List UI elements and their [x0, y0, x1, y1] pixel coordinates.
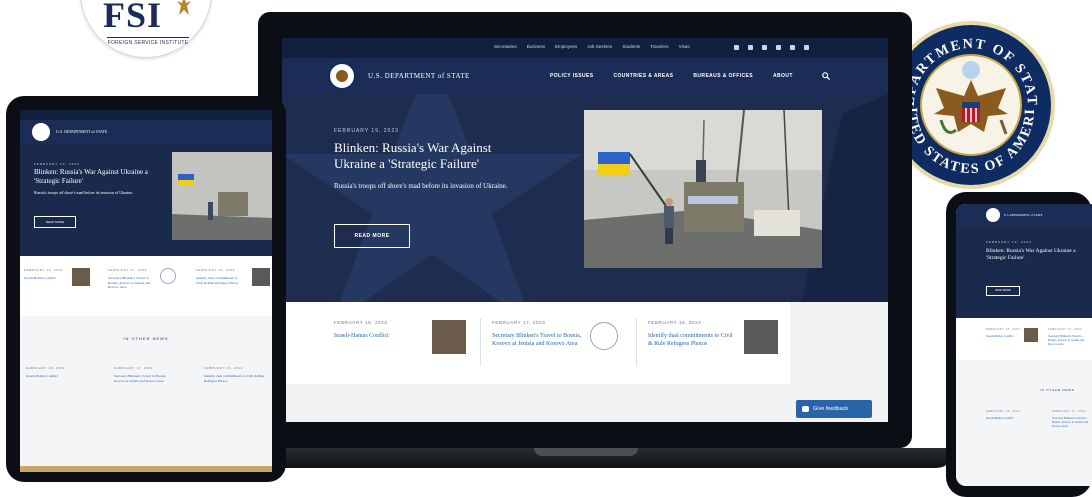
news-title[interactable]: Secretary Blinken's Travel to Bosnia, Ko… [114, 374, 176, 383]
site-seal-icon[interactable] [328, 62, 356, 90]
news-area: FEBRUARY 18, 2023 Israeli-Hamas Conflict… [282, 302, 888, 422]
read-more-button[interactable]: READ MORE [34, 216, 76, 228]
news-date: FEBRUARY 16, 2023 [196, 268, 235, 272]
phone-hero: FEBRUARY 19, 2023 Blinken: Russia's War … [956, 226, 1092, 318]
news-thumbnail[interactable] [1024, 328, 1038, 342]
news-thumbnail[interactable] [744, 320, 778, 354]
read-more-button[interactable]: READ MORE [334, 224, 410, 248]
hero-photo[interactable] [172, 152, 272, 240]
laptop-screen: Secretaries Business Employees Job Seeke… [282, 38, 888, 422]
news-title[interactable]: Israeli-Hamas Conflict [986, 416, 1034, 420]
chat-icon [802, 406, 809, 412]
utility-link[interactable]: Travelers [650, 44, 669, 49]
news-date: FEBRUARY 17, 2023 [1052, 410, 1087, 413]
news-title[interactable]: Secretary Blinken's Travel to Bosnia, Ko… [1048, 334, 1088, 346]
hero-headline[interactable]: Blinken: Russia's War Against Ukraine a … [34, 168, 152, 186]
utility-link[interactable]: Business [527, 44, 545, 49]
nav-policy-issues[interactable]: POLICY ISSUES [550, 73, 593, 79]
news-title[interactable]: Secretary Blinken's Travel to Bosnia, Ko… [492, 332, 586, 348]
news-title[interactable]: Identify dual commitments to Civil & Rul… [204, 374, 266, 383]
site-brand[interactable]: U.S. DEPARTMENT of STATE [1004, 213, 1043, 217]
news-date: FEBRUARY 18, 2023 [26, 366, 65, 370]
utility-link[interactable]: Employees [555, 44, 577, 49]
hero-photo[interactable] [584, 110, 822, 268]
news-date: FEBRUARY 17, 2023 [108, 268, 147, 272]
email-icon[interactable] [804, 45, 809, 50]
tablet-screen: U.S. DEPARTMENT of STATE FEBRUARY 19, 20… [20, 110, 272, 472]
in-other-news-heading: IN OTHER NEWS [1040, 388, 1075, 392]
site-brand[interactable]: U.S. DEPARTMENT of STATE [56, 129, 107, 134]
give-feedback-button[interactable]: Give feedback [796, 400, 872, 418]
hero-section: FEBRUARY 19, 2023 Blinken: Russia's War … [282, 94, 888, 302]
news-thumbnail[interactable] [432, 320, 466, 354]
utility-bar: Secretaries Business Employees Job Seeke… [282, 38, 888, 58]
news-title[interactable]: Secretary Blinken's Travel to Bosnia, Ko… [108, 276, 152, 290]
fsi-logo: FSI FOREIGN SERVICE INSTITUTE [80, 0, 212, 58]
news-date: FEBRUARY 16, 2023 [648, 320, 702, 325]
fsi-logo-subtitle: FOREIGN SERVICE INSTITUTE [107, 37, 189, 46]
utility-link[interactable]: Visas [679, 44, 690, 49]
youtube-icon[interactable] [776, 45, 781, 50]
news-date: FEBRUARY 17, 2023 [492, 320, 546, 325]
news-title[interactable]: Identify dual commitments to Civil & Rul… [648, 332, 738, 348]
tablet-navbar: U.S. DEPARTMENT of STATE [20, 120, 272, 144]
news-date: FEBRUARY 18, 2023 [986, 328, 1021, 331]
tablet-hero: FEBRUARY 19, 2023 Blinken: Russia's War … [20, 144, 272, 256]
hero-headline[interactable]: Blinken: Russia's War Against Ukraine a … [334, 140, 534, 172]
utility-link[interactable]: Students [622, 44, 640, 49]
news-date: FEBRUARY 18, 2023 [24, 268, 63, 272]
hero-summary: Russia's troops off shore's mad before i… [34, 190, 134, 195]
news-title[interactable]: Secretary Blinken's Travel to Bosnia, Ko… [1052, 416, 1090, 428]
phone-navbar: U.S. DEPARTMENT of STATE [956, 204, 1092, 226]
site-seal-icon[interactable] [986, 208, 1000, 222]
news-thumbnail[interactable] [72, 268, 90, 286]
main-navbar: U.S. DEPARTMENT of STATE POLICY ISSUES C… [282, 58, 888, 94]
hero-summary: Russia's troops off shore's mad before i… [334, 182, 508, 190]
news-date: FEBRUARY 17, 2023 [1048, 328, 1083, 331]
hero-headline[interactable]: Blinken: Russia's War Against Ukraine a … [986, 248, 1086, 262]
nav-about[interactable]: ABOUT [773, 73, 793, 79]
site-seal-icon[interactable] [32, 123, 50, 141]
news-title[interactable]: Israeli-Hamas Conflict [24, 276, 64, 281]
news-title[interactable]: Israeli-Hamas Conflict [334, 332, 420, 340]
news-card-row: FEBRUARY 18, 2023 Israeli-Hamas Conflict… [286, 302, 790, 384]
eagle-icon [177, 0, 191, 15]
hero-date: FEBRUARY 19, 2023 [986, 240, 1032, 244]
facebook-icon[interactable] [734, 45, 739, 50]
instagram-icon[interactable] [762, 45, 767, 50]
utility-link[interactable]: Secretaries [494, 44, 517, 49]
news-thumbnail[interactable] [252, 268, 270, 286]
phone-content: FEBRUARY 18, 2023 Israeli-Hamas Conflict… [956, 318, 1092, 486]
news-date: FEBRUARY 18, 2023 [986, 410, 1021, 413]
search-icon[interactable] [822, 72, 830, 80]
seal-thumbnail-icon[interactable] [590, 322, 618, 350]
news-title[interactable]: Israeli-Hamas Conflict [986, 334, 1020, 338]
fsi-logo-title: FSI [103, 0, 163, 35]
in-other-news-heading: IN OTHER NEWS [123, 336, 169, 341]
hero-date: FEBRUARY 19, 2023 [334, 128, 399, 134]
tablet-news-row: FEBRUARY 18, 2023 Israeli-Hamas Conflict… [20, 256, 272, 316]
give-feedback-label: Give feedback [813, 406, 849, 412]
tablet-other-news: IN OTHER NEWS FEBRUARY 18, 2023 Israeli-… [20, 316, 272, 472]
site-brand[interactable]: U.S. DEPARTMENT of STATE [368, 72, 470, 80]
news-date: FEBRUARY 17, 2023 [114, 366, 153, 370]
seal-thumbnail-icon[interactable] [160, 268, 176, 284]
phone-screen: U.S. DEPARTMENT of STATE FEBRUARY 19, 20… [956, 204, 1092, 486]
news-date: FEBRUARY 16, 2023 [204, 366, 243, 370]
news-date: FEBRUARY 18, 2023 [334, 320, 388, 325]
nav-countries-areas[interactable]: COUNTRIES & AREAS [613, 73, 673, 79]
twitter-icon[interactable] [748, 45, 753, 50]
news-title[interactable]: Identify dual commitments to Civil & Rul… [196, 276, 240, 285]
news-title[interactable]: Israeli-Hamas Conflict [26, 374, 88, 379]
utility-link[interactable]: Job Seekers [587, 44, 612, 49]
hero-date: FEBRUARY 19, 2023 [34, 162, 80, 166]
read-more-button[interactable]: READ MORE [986, 286, 1020, 296]
nav-bureaus-offices[interactable]: BUREAUS & OFFICES [693, 73, 753, 79]
laptop-trackpad-notch [534, 448, 638, 456]
flickr-icon[interactable] [790, 45, 795, 50]
